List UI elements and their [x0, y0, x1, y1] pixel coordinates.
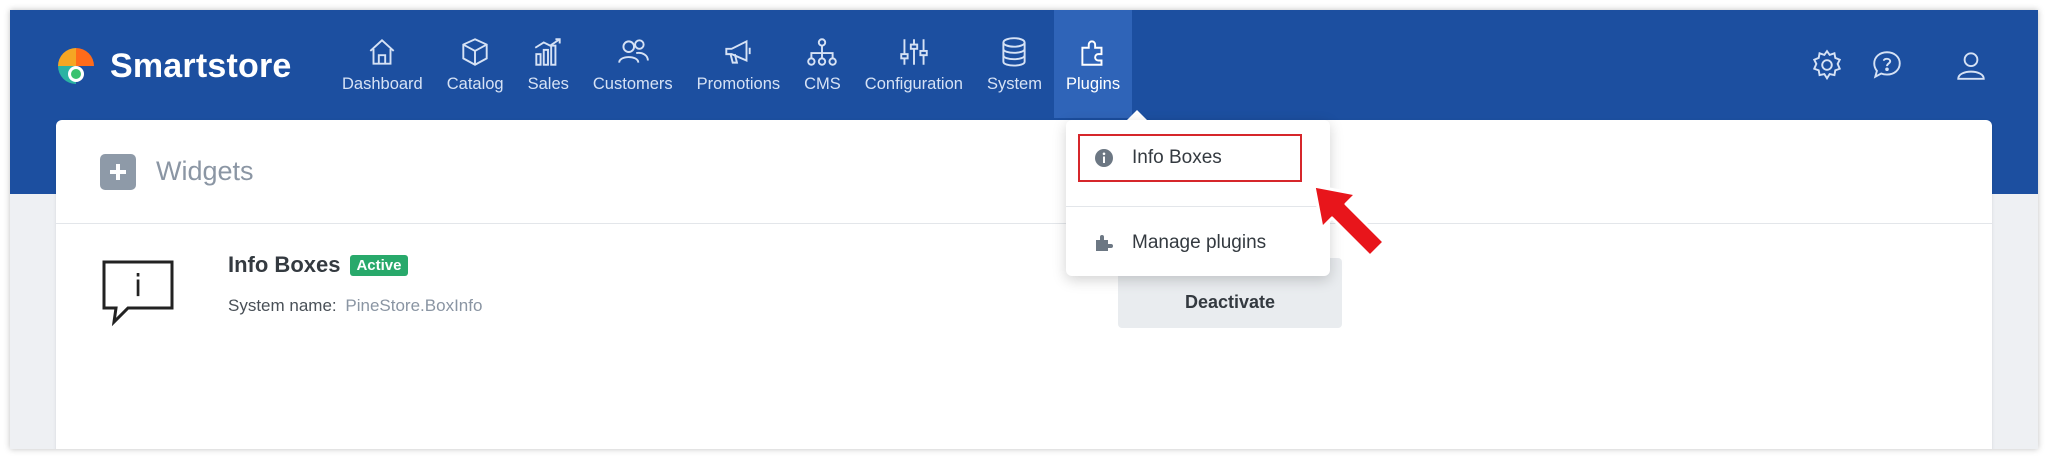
panel-title: Widgets [156, 156, 254, 186]
home-icon [370, 38, 395, 65]
nav-item-cms[interactable]: CMS [792, 10, 853, 118]
nav-item-dashboard[interactable]: Dashboard [330, 10, 435, 118]
menu-item-label: Manage plugins [1132, 232, 1267, 253]
menu-item-label: Info Boxes [1132, 147, 1222, 168]
smartstore-logo-icon [58, 48, 94, 84]
sliders-icon [900, 38, 928, 65]
help-button[interactable] [1870, 48, 1904, 82]
nav-label: CMS [804, 74, 841, 93]
bar-chart-icon [534, 37, 561, 66]
system-name-label: System name: [228, 296, 337, 315]
nav-label: Promotions [696, 74, 781, 93]
pointer-arrow-icon [1312, 184, 1386, 258]
nav-label: Customers [592, 74, 673, 93]
nav-item-plugins[interactable]: Plugins [1053, 10, 1133, 118]
app-window: Smartstore Dashboard Catalog Sales Custo… [10, 10, 2038, 449]
menu-divider [1066, 206, 1330, 207]
status-badge: Active [350, 254, 408, 276]
nav-label: System [986, 74, 1042, 93]
nav-item-promotions[interactable]: Promotions [685, 10, 792, 118]
nav-label: Dashboard [342, 74, 423, 93]
puzzle-icon [1096, 235, 1113, 251]
brand-name: Smartstore [110, 46, 292, 85]
nav-label: Sales [527, 74, 569, 93]
nav-item-sales[interactable]: Sales [516, 10, 581, 118]
widgets-panel: Widgets i Info Boxes Active System name:… [56, 120, 1992, 449]
user-icon [1957, 52, 1985, 80]
nav-label: Configuration [864, 74, 963, 93]
nav-item-configuration[interactable]: Configuration [853, 10, 975, 118]
plus-icon [100, 153, 136, 190]
nav-item-catalog[interactable]: Catalog [435, 10, 516, 118]
panel-header: Widgets [56, 120, 1992, 224]
sitemap-icon [807, 37, 838, 66]
info-speech-bubble-icon: i [102, 260, 174, 327]
info-circle-icon [1095, 149, 1113, 167]
nav-label: Plugins [1065, 74, 1121, 93]
plugin-title: Info Boxes Active [228, 252, 408, 278]
plugin-name[interactable]: Info Boxes [228, 252, 340, 278]
nav-item-system[interactable]: System [975, 10, 1054, 118]
user-account-button[interactable] [1954, 48, 1988, 82]
database-icon [1002, 36, 1027, 67]
svg-text:i: i [134, 269, 142, 304]
box-icon [462, 37, 488, 66]
settings-button[interactable] [1810, 48, 1844, 82]
system-name: System name: PineStore.BoxInfo [228, 296, 482, 316]
help-bubble-icon [1873, 51, 1901, 79]
plugins-dropdown-menu: Info Boxes Manage plugins [1066, 120, 1330, 276]
megaphone-icon [725, 39, 752, 64]
menu-item-manage-plugins[interactable]: Manage plugins [1066, 218, 1330, 268]
gear-icon [1812, 49, 1842, 81]
system-name-value: PineStore.BoxInfo [345, 296, 483, 315]
brand-logo[interactable]: Smartstore [54, 44, 292, 88]
menu-item-info-boxes[interactable]: Info Boxes [1078, 134, 1302, 182]
main-nav: Dashboard Catalog Sales Customers Promot… [330, 10, 1133, 118]
nav-item-customers[interactable]: Customers [581, 10, 685, 118]
puzzle-icon [1081, 39, 1103, 66]
plugin-icon: i [100, 258, 176, 333]
users-icon [618, 38, 649, 63]
nav-label: Catalog [446, 74, 504, 93]
